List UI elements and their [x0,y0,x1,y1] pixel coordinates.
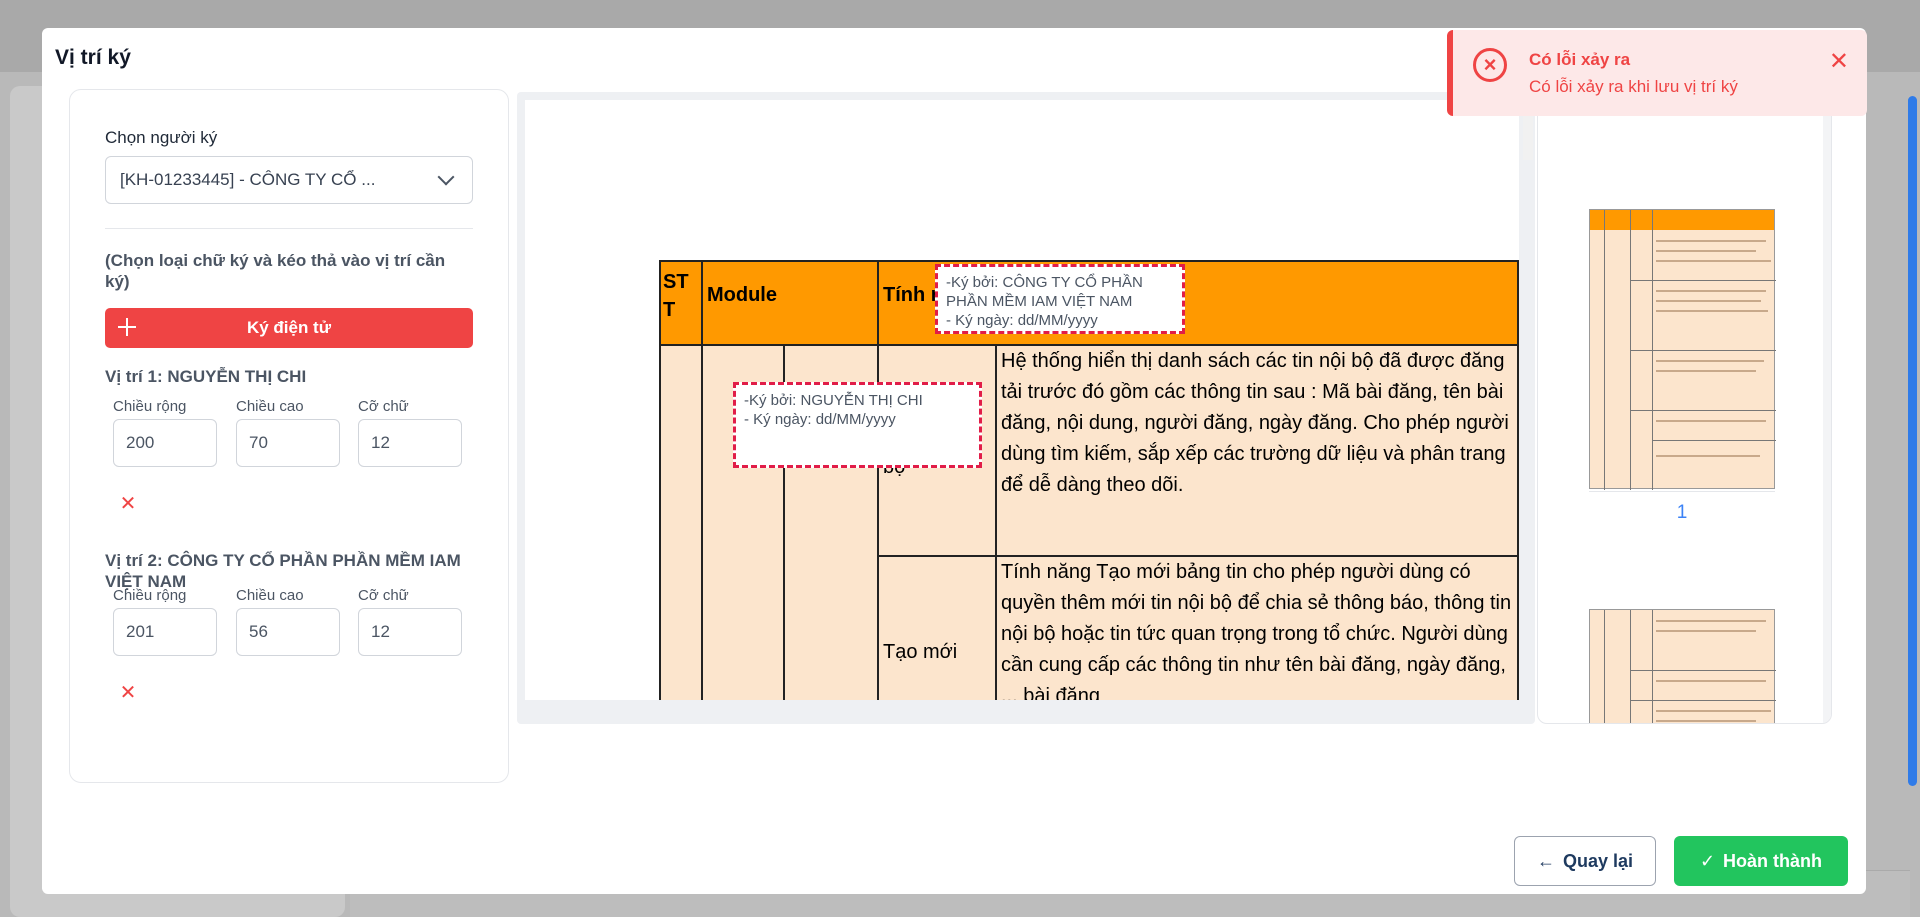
drag-hint: (Chọn loại chữ ký và kéo thả vào vị trí … [105,251,446,291]
thumbnail-grid-line [1652,440,1776,441]
signature-box-2-date: - Ký ngày: dd/MM/yyyy [946,312,1098,329]
position-2-title: Vị trí 2: CÔNG TY CỔ PHẦN PHẦN MỀM IAM V… [105,551,461,591]
table-cell-desc-2: Tính năng Tạo mới bảng tin cho phép ngườ… [995,555,1519,700]
thumbnail-grid-line [1630,610,1631,723]
back-button[interactable]: ← Quay lại [1514,836,1656,886]
signature-position-modal: Vị trí ký Chọn người ký [KH-01233445] - … [42,28,1866,894]
thumbnail-text-line [1656,680,1766,682]
thumbnail-text-line [1656,310,1768,312]
signature-box-1-signer: -Ký bởi: NGUYỄN THỊ CHI [744,392,923,409]
plus-icon [117,316,137,338]
table-header-module: Module [701,260,879,346]
thumbnail-grid-line [1630,350,1776,351]
signature-box-2[interactable]: -Ký bởi: CÔNG TY CỔ PHẦN PHẦN MỀM IAM VI… [935,264,1185,334]
table-cell-stt [659,344,703,700]
toast-message: Có lỗi xảy ra khi lưu vị trí ký [1529,77,1738,96]
thumbnail-text-line [1656,455,1760,457]
thumbnail-grid-line [1630,410,1776,411]
error-x-circle-icon: × [1473,48,1507,82]
position-2-font-size-input[interactable]: 12 [358,608,462,656]
thumbnail-grid-line [1604,610,1605,723]
back-button-label: Quay lại [1562,850,1634,871]
signer-label: Chọn người ký [105,128,218,147]
position-1-font-size-input[interactable]: 12 [358,419,462,467]
thumbnail-text-line [1656,260,1771,262]
thumbnail-text-line [1656,420,1766,422]
position-1-title: Vị trí 1: NGUYỄN THỊ CHI [105,367,307,386]
signer-select-value: [KH-01233445] - CÔNG TY CỔ ... [120,170,376,189]
table-cell-feature-2: Tạo mới [877,555,997,700]
thumbnail-grid-line [1604,210,1605,490]
document-viewer[interactable]: ST T Module Tính n bộ Hệ thống hiển thị … [517,92,1535,724]
signature-box-1[interactable]: -Ký bởi: NGUYỄN THỊ CHI - Ký ngày: dd/MM… [733,382,982,468]
signature-box-1-date: - Ký ngày: dd/MM/yyyy [744,411,896,428]
signer-config-panel: Chọn người ký [KH-01233445] - CÔNG TY CỔ… [69,89,509,783]
position-1-width-label: Chiều rộng [113,398,187,415]
page-thumbnail-2[interactable] [1589,609,1776,723]
table-cell-desc-1: Hệ thống hiển thị danh sách các tin nội … [995,344,1519,557]
document-page[interactable]: ST T Module Tính n bộ Hệ thống hiển thị … [525,100,1519,700]
page-thumbnails[interactable]: 1 [1537,92,1832,724]
chevron-down-icon [437,168,455,186]
thumbnail-text-line [1656,250,1756,252]
position-2-width-input[interactable]: 201 [113,608,217,656]
position-1-height-input[interactable]: 70 [236,419,340,467]
toast-title: Có lỗi xảy ra [1529,50,1631,69]
signature-box-2-signer: -Ký bởi: CÔNG TY CỔ PHẦN PHẦN MỀM IAM VI… [946,274,1143,310]
page-thumbnail-1[interactable] [1589,209,1776,490]
electronic-sign-label: Ký điện tử [246,318,332,337]
position-1-font-label: Cỡ chữ [358,398,409,415]
thumbnail-text-line [1656,290,1766,292]
thumbnail-text-line [1656,370,1756,372]
thumbnail-text-line [1656,300,1761,302]
error-toast: × Có lỗi xảy ra Có lỗi xảy ra khi lưu vị… [1447,30,1867,116]
divider [105,228,473,229]
page-number[interactable]: 1 [1589,491,1775,524]
close-icon[interactable]: ✕ [1829,50,1849,74]
position-2-height-label: Chiều cao [236,587,304,604]
page-scrollbar[interactable] [1908,96,1917,786]
position-2-height-input[interactable]: 56 [236,608,340,656]
thumbnail-grid-line [1652,610,1653,723]
thumbnail-text-line [1656,630,1756,632]
thumbnail-grid-line [1630,670,1776,671]
thumbnail-grid-line [1630,700,1776,701]
position-2-delete-icon[interactable]: ✕ [119,683,137,703]
table-header-stt: ST T [659,260,703,346]
thumbnail-header [1590,210,1774,230]
thumbnail-text-line [1656,620,1766,622]
thumbnail-text-line [1656,720,1756,722]
position-1-width-input[interactable]: 200 [113,419,217,467]
signer-select[interactable]: [KH-01233445] - CÔNG TY CỔ ... [105,156,473,204]
finish-button[interactable]: ✓ Hoàn thành [1674,836,1848,886]
thumbnail-text-line [1656,360,1764,362]
thumbnails-scrollbar[interactable] [1823,93,1831,723]
position-1-delete-icon[interactable]: ✕ [119,494,137,514]
thumbnail-grid-line [1630,280,1776,281]
finish-button-label: Hoàn thành [1723,850,1823,871]
modal-title: Vị trí ký [55,46,131,69]
arrow-left-icon: ← [1536,850,1555,871]
position-2-width-label: Chiều rộng [113,587,187,604]
thumbnail-text-line [1656,240,1766,242]
position-2-font-label: Cỡ chữ [358,587,409,604]
electronic-sign-button[interactable]: Ký điện tử [105,308,473,348]
position-1-height-label: Chiều cao [236,398,304,415]
check-icon: ✓ [1699,850,1716,871]
thumbnail-text-line [1656,710,1771,712]
